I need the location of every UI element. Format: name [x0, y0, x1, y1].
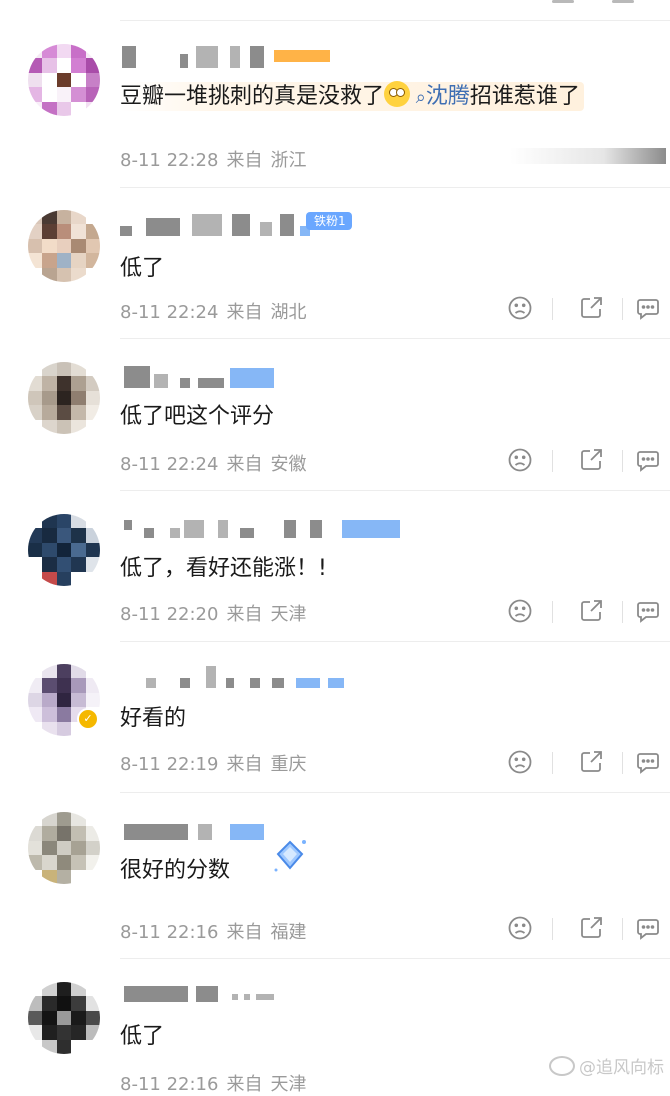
comment-meta: 8-11 22:24 来自 湖北 [120, 298, 314, 324]
comment-meta: 8-11 22:16 来自 天津 [120, 1070, 314, 1096]
fan-badge: 铁粉1 [306, 212, 352, 230]
comment-actions [500, 294, 670, 324]
share-icon[interactable] [577, 597, 605, 625]
comment-text: 低了，看好还能涨！! [120, 556, 327, 581]
username-obscured[interactable] [120, 666, 420, 692]
topic-link[interactable]: 沈腾 [426, 84, 470, 109]
share-icon[interactable] [577, 914, 605, 942]
location: 重庆 [270, 754, 307, 775]
top-edge [0, 0, 670, 22]
from-label: 来自 [226, 604, 263, 625]
avatar[interactable] [28, 982, 100, 1054]
weibo-logo-icon [549, 1056, 575, 1076]
comment-actions [500, 597, 670, 627]
avatar[interactable] [28, 514, 100, 586]
watermark: @追风向标 [549, 1053, 664, 1078]
location: 湖北 [270, 302, 307, 323]
from-label: 来自 [226, 150, 263, 171]
comment-actions [500, 446, 670, 476]
comment-text: 低了 [120, 256, 165, 281]
comment-text: 好看的 [120, 706, 187, 731]
comment-icon[interactable] [634, 914, 662, 942]
comment-meta: 8-11 22:24 来自 安徽 [120, 450, 314, 476]
avatar[interactable] [28, 210, 100, 282]
comment-meta: 8-11 22:19 来自 重庆 [120, 750, 314, 776]
sad-face-icon[interactable] [506, 748, 534, 776]
comment-meta: 8-11 22:16 来自 福建 [120, 918, 314, 944]
location: 安徽 [270, 454, 307, 475]
roll-eyes-emoji [384, 81, 411, 107]
diamond-sticker-icon [274, 840, 306, 872]
share-icon[interactable] [577, 446, 605, 474]
username-obscured[interactable] [120, 366, 420, 392]
username-obscured[interactable] [120, 46, 420, 72]
sad-face-icon[interactable] [506, 597, 534, 625]
top-action-remnant [612, 0, 634, 3]
comment-icon[interactable] [634, 597, 662, 625]
comment-text: 低了吧这个评分 [120, 404, 275, 429]
timestamp: 8-11 22:28 [120, 150, 219, 171]
timestamp: 8-11 22:16 [120, 922, 219, 943]
timestamp: 8-11 22:19 [120, 754, 219, 775]
sad-face-icon[interactable] [506, 914, 534, 942]
share-icon[interactable] [577, 748, 605, 776]
comment-meta: 8-11 22:20 来自 天津 [120, 600, 314, 626]
comment-text: 豆瓣一堆挑刺的真是没救了 ⌕沈腾招谁惹谁了 [120, 78, 584, 111]
from-label: 来自 [226, 454, 263, 475]
sad-face-icon[interactable] [506, 446, 534, 474]
username-obscured[interactable] [120, 984, 420, 1010]
username-obscured[interactable] [120, 516, 420, 542]
from-label: 来自 [226, 1074, 263, 1095]
obscured-actions [510, 148, 666, 164]
comment-text: 低了 [120, 1024, 165, 1049]
comment-text: 很好的分数 [120, 858, 231, 883]
location: 天津 [270, 1074, 307, 1095]
timestamp: 8-11 22:24 [120, 302, 219, 323]
location: 天津 [270, 604, 307, 625]
timestamp: 8-11 22:16 [120, 1074, 219, 1095]
username-obscured[interactable] [120, 214, 420, 240]
location: 福建 [270, 922, 307, 943]
sad-face-icon[interactable] [506, 294, 534, 322]
top-action-remnant [552, 0, 574, 3]
from-label: 来自 [226, 302, 263, 323]
comment-actions [500, 748, 670, 778]
avatar[interactable] [28, 44, 100, 116]
timestamp: 8-11 22:24 [120, 454, 219, 475]
comment-meta: 8-11 22:28 来自 浙江 [120, 146, 314, 172]
comment-icon[interactable] [634, 294, 662, 322]
comment-actions [500, 914, 670, 944]
from-label: 来自 [226, 922, 263, 943]
location: 浙江 [270, 150, 307, 171]
avatar[interactable] [28, 812, 100, 884]
from-label: 来自 [226, 754, 263, 775]
verified-badge-icon: ✓ [77, 708, 99, 730]
comment-icon[interactable] [634, 446, 662, 474]
share-icon[interactable] [577, 294, 605, 322]
comment-icon[interactable] [634, 748, 662, 776]
avatar[interactable] [28, 362, 100, 434]
search-icon: ⌕ [410, 87, 426, 108]
timestamp: 8-11 22:20 [120, 604, 219, 625]
